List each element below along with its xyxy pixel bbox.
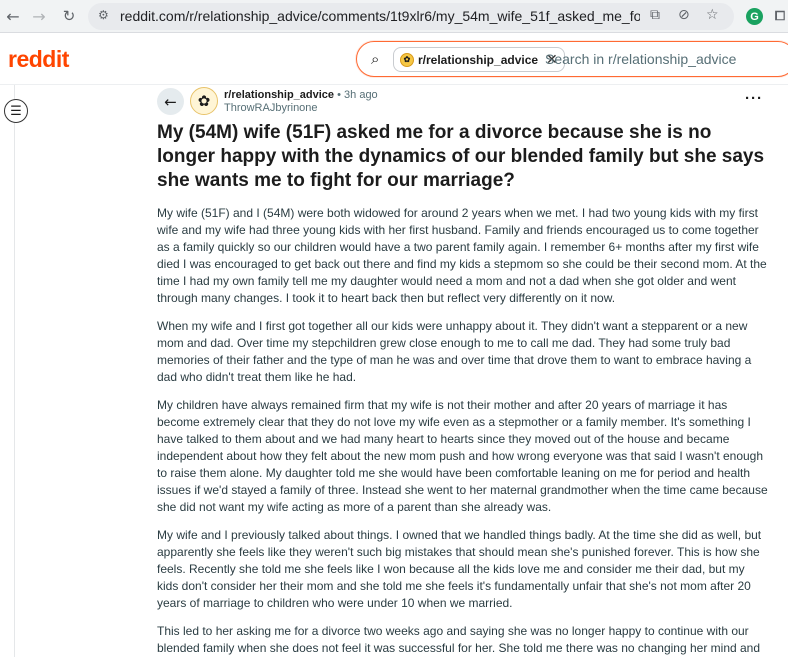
search-icon: ⌕ — [371, 50, 380, 68]
site-settings-icon[interactable]: ⚙ — [98, 8, 109, 22]
subreddit-search-chip[interactable]: ✿ r/relationship_advice ✕ — [393, 47, 565, 72]
subreddit-avatar[interactable]: ✿ — [190, 87, 218, 115]
chip-label: r/relationship_advice — [418, 52, 539, 67]
tracking-protection-icon[interactable]: ⊘ — [678, 7, 690, 23]
search-input[interactable]: Search in r/relationship_advice — [545, 51, 736, 67]
meta-separator: • — [337, 89, 341, 101]
search-bar[interactable]: ⌕ ✿ r/relationship_advice ✕ Search in r/… — [356, 41, 788, 77]
install-app-icon[interactable]: ⧉ — [650, 7, 660, 23]
menu-icon[interactable]: ☰ — [4, 99, 28, 123]
back-arrow-icon[interactable]: ← — [2, 5, 24, 27]
back-arrow-icon: ← — [164, 92, 177, 111]
reddit-logo[interactable]: reddit — [8, 46, 69, 73]
more-options-icon[interactable]: ··· — [745, 90, 763, 107]
post-paragraph: When my wife and I first got together al… — [157, 319, 752, 384]
subreddit-link[interactable]: r/relationship_advice — [224, 89, 334, 101]
post-paragraph: My wife and I previously talked about th… — [157, 528, 762, 610]
reload-icon[interactable]: ↻ — [58, 5, 80, 27]
post-meta: r/relationship_advice • 3h ago — [224, 89, 378, 101]
post-paragraph: My children have always remained firm th… — [157, 398, 768, 514]
subreddit-avatar-icon: ✿ — [400, 52, 414, 67]
address-bar[interactable]: ⚙ reddit.com/r/relationship_advice/comme… — [88, 3, 734, 30]
browser-toolbar: ← → ↻ ⚙ reddit.com/r/relationship_advice… — [0, 0, 788, 33]
post-time: 3h ago — [344, 89, 378, 101]
left-rail-divider — [14, 85, 15, 657]
post-paragraph: My wife (51F) and I (54M) were both wido… — [157, 206, 767, 305]
url-text[interactable]: reddit.com/r/relationship_advice/comment… — [120, 8, 640, 24]
bookmark-star-icon[interactable]: ☆ — [706, 7, 719, 23]
post-body: My wife (51F) and I (54M) were both wido… — [157, 205, 769, 657]
site-header: reddit ⌕ ✿ r/relationship_advice ✕ Searc… — [0, 33, 788, 85]
grammarly-extension-icon[interactable]: G — [746, 8, 763, 25]
forward-arrow-icon[interactable]: → — [28, 5, 50, 27]
back-button[interactable]: ← — [157, 88, 184, 115]
author-link[interactable]: ThrowRAJbyrinone — [224, 102, 318, 114]
post-title: My (54M) wife (51F) asked me for a divor… — [157, 122, 765, 191]
post-paragraph: This led to her asking me for a divorce … — [157, 624, 761, 655]
extensions-puzzle-icon[interactable]: ⧠ — [770, 6, 788, 26]
